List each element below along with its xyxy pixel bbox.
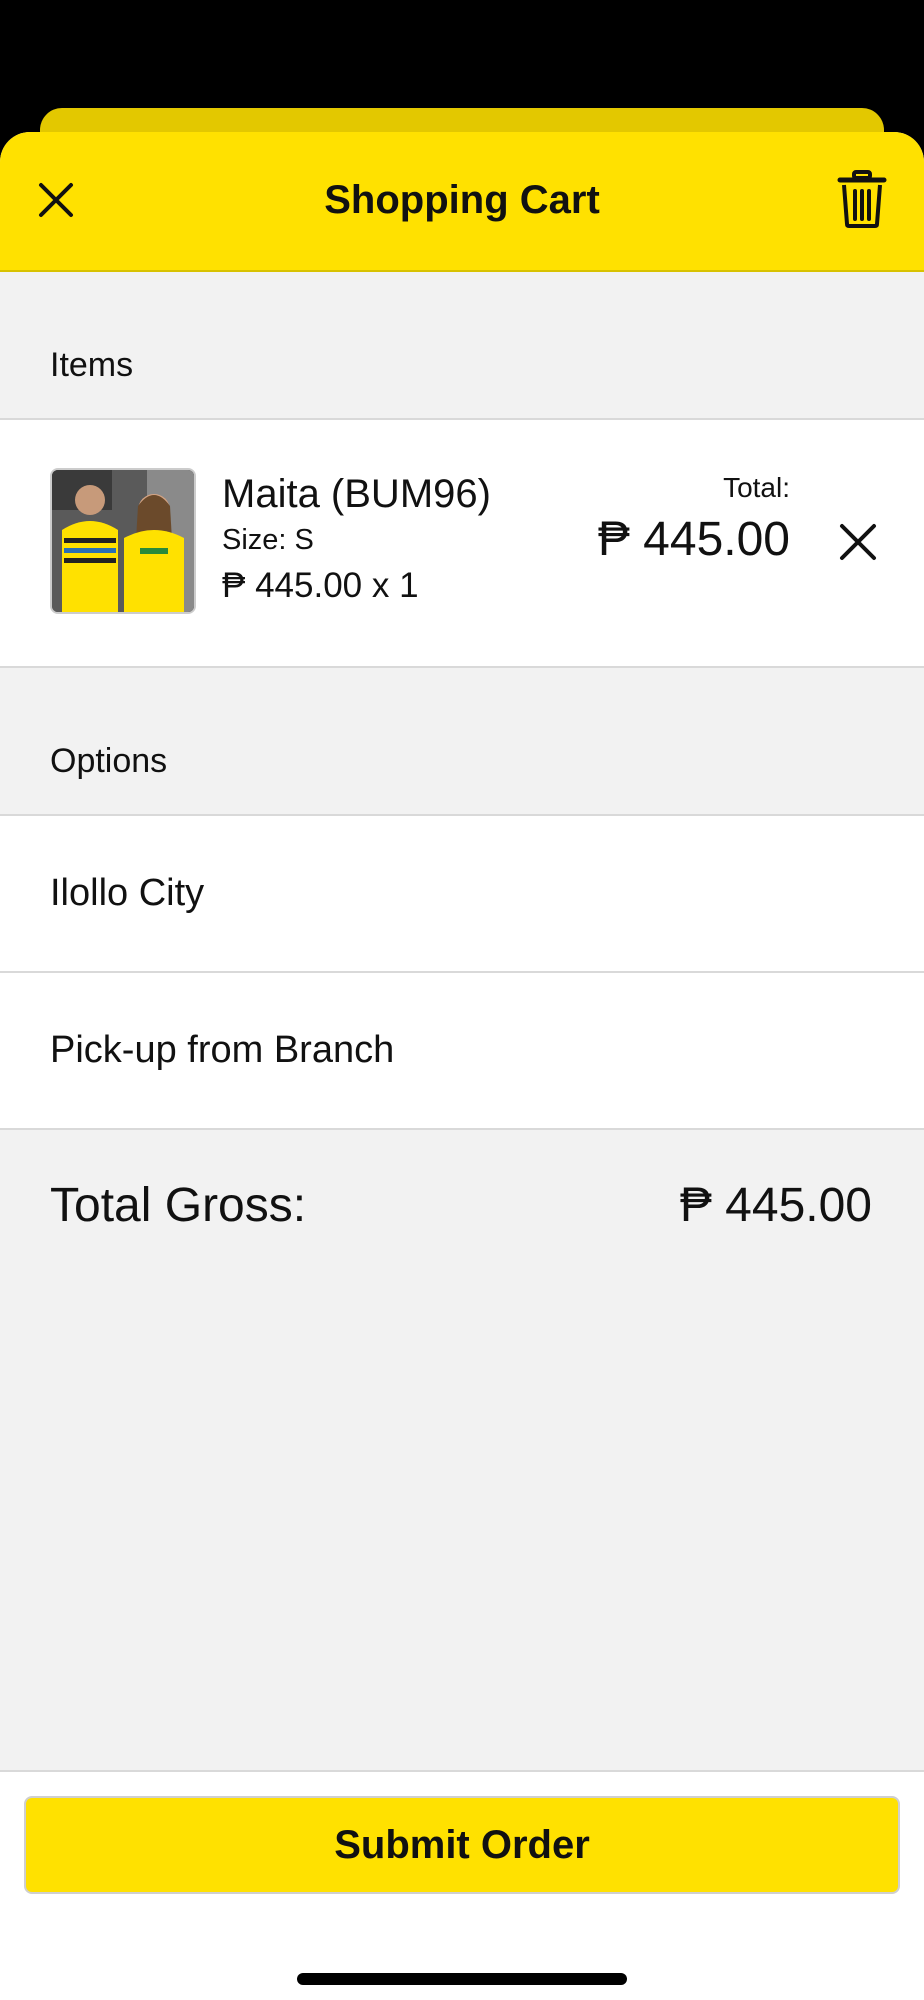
- clear-cart-button[interactable]: [836, 168, 888, 230]
- options-section-label: Options: [50, 742, 168, 780]
- footer-bar: Submit Order: [0, 1770, 924, 2000]
- option-city[interactable]: Ilollo City: [0, 816, 924, 971]
- trash-icon: [837, 170, 887, 228]
- item-total-label: Total:: [723, 472, 790, 503]
- divider: [0, 666, 924, 668]
- remove-item-button[interactable]: [834, 518, 882, 566]
- item-name: Maita (BUM96): [222, 472, 491, 516]
- home-indicator: [297, 1973, 627, 1985]
- header-bar: Shopping Cart: [0, 132, 924, 272]
- close-icon: [840, 524, 876, 560]
- page-title: Shopping Cart: [324, 178, 600, 222]
- option-delivery-method[interactable]: Pick-up from Branch: [0, 973, 924, 1128]
- product-thumbnail: [50, 468, 196, 614]
- items-section-label: Items: [50, 346, 134, 384]
- divider: [0, 1128, 924, 1130]
- screen: Shopping Cart Items Maita (BUM96) Size: …: [0, 0, 924, 2000]
- total-gross-label: Total Gross:: [50, 1179, 307, 1232]
- item-price-quantity: ₱ 445.00 x 1: [222, 566, 419, 605]
- submit-order-button[interactable]: Submit Order: [24, 1796, 900, 1894]
- item-size: Size: S: [222, 524, 314, 556]
- item-total-value: ₱ 445.00: [597, 513, 790, 566]
- total-gross-value: ₱ 445.00: [679, 1179, 872, 1232]
- shopping-cart-sheet: Shopping Cart Items Maita (BUM96) Size: …: [0, 132, 924, 2000]
